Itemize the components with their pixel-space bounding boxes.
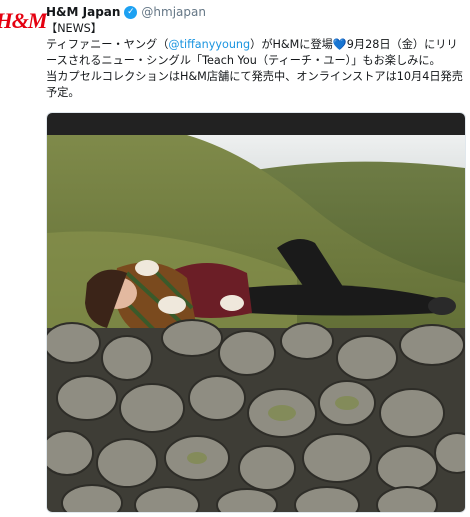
hm-logo: H&M — [0, 8, 47, 33]
tweet-text: 【NEWS】 ティファニー・ヤング（@tiffanyyoung）がH&Mに登場💙… — [46, 21, 464, 101]
tweet-text-part: ）がH&Mに登場 — [250, 38, 333, 51]
account-avatar[interactable]: H&M — [0, 0, 47, 42]
tweet-paragraph-2: 当カプセルコレクションはH&M店舗にて発売中、オンラインストアは10月4日発売予… — [46, 70, 463, 99]
tweet-photo[interactable] — [46, 112, 466, 513]
user-handle[interactable]: @hmjapan — [141, 5, 206, 19]
display-name[interactable]: H&M Japan — [46, 5, 120, 19]
blue-heart-icon: 💙 — [332, 38, 347, 51]
tweet-paragraph-1: ティファニー・ヤング（@tiffanyyoung）がH&Mに登場💙9月28日（金… — [46, 37, 464, 69]
tweet-header: H&M Japan ✓ @hmjapan — [46, 3, 462, 21]
verified-badge-icon: ✓ — [124, 5, 138, 19]
tweet-line-news: 【NEWS】 — [46, 22, 102, 35]
tweet-text-part: ティファニー・ヤング（ — [46, 38, 169, 51]
mention-link[interactable]: @tiffanyyoung — [168, 38, 250, 51]
photo-woman-on-stone-wall — [47, 113, 465, 512]
